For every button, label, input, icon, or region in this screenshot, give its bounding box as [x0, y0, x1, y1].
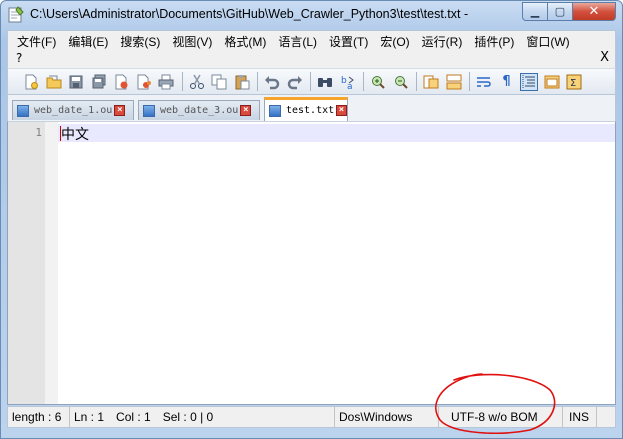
function-list-icon[interactable]: Σ [565, 73, 583, 91]
menu-row-secondary: ? X [8, 50, 615, 68]
svg-text:Σ: Σ [570, 78, 576, 89]
tab-label: test.txt [285, 105, 335, 116]
zoom-out-icon[interactable] [392, 73, 410, 91]
toolbar: ba ¶ Σ [7, 68, 616, 95]
sync-vertical-icon[interactable] [422, 73, 440, 91]
tab-test-txt[interactable]: test.txt × [264, 97, 348, 121]
toolbar-separator [469, 72, 470, 91]
window-title: C:\Users\Administrator\Documents\GitHub\… [30, 7, 469, 21]
new-file-icon[interactable] [22, 73, 40, 91]
user-define-language-icon[interactable] [543, 73, 561, 91]
sync-horizontal-icon[interactable] [445, 73, 463, 91]
status-selection: Sel : 0 | 0 [162, 410, 214, 424]
close-window-button[interactable]: ✕ [573, 2, 616, 21]
tab-web-date-1[interactable]: web_date_1.ou × [12, 100, 134, 120]
tab-close-icon[interactable]: × [240, 105, 252, 116]
cut-icon[interactable] [188, 73, 206, 91]
menu-view[interactable]: 视图(V) [166, 33, 218, 50]
open-file-icon[interactable] [45, 73, 63, 91]
close-document-button[interactable]: X [600, 50, 609, 65]
fold-margin[interactable] [45, 122, 58, 404]
close-file-icon[interactable] [112, 73, 130, 91]
text-caret [60, 126, 61, 141]
find-icon[interactable] [316, 73, 334, 91]
undo-icon[interactable] [263, 73, 281, 91]
toolbar-separator [257, 72, 258, 91]
maximize-icon: ▢ [554, 5, 566, 18]
replace-icon[interactable]: ba [339, 73, 357, 91]
document-tab-bar: web_date_1.ou × web_date_3.ou × test.txt… [7, 95, 616, 121]
tab-close-icon[interactable]: × [336, 105, 347, 116]
redo-icon[interactable] [286, 73, 304, 91]
app-icon [8, 6, 24, 23]
window-controls: ▁ ▢ ✕ [522, 2, 616, 21]
file-icon [143, 104, 155, 117]
status-length: length : 6 [8, 407, 70, 427]
menu-macro[interactable]: 宏(O) [374, 33, 415, 50]
menu-settings[interactable]: 设置(T) [323, 33, 374, 50]
tab-label: web_date_1.ou [34, 105, 113, 116]
title-bar[interactable]: C:\Users\Administrator\Documents\GitHub\… [1, 1, 622, 29]
menu-window[interactable]: 窗口(W) [520, 33, 575, 50]
tab-web-date-3[interactable]: web_date_3.ou × [138, 100, 260, 120]
close-icon: ✕ [588, 4, 600, 19]
file-icon [269, 104, 281, 117]
menu-help[interactable]: ? [16, 51, 22, 65]
toolbar-separator [181, 72, 183, 91]
menu-run[interactable]: 运行(R) [416, 33, 469, 50]
status-column: Col : 1 [116, 410, 151, 424]
save-all-icon[interactable] [90, 73, 108, 91]
file-icon [17, 104, 29, 117]
status-eol-format: Dos\Windows [335, 407, 439, 427]
menu-plugins[interactable]: 插件(P) [468, 33, 520, 50]
menu-search[interactable]: 搜索(S) [114, 33, 166, 50]
tab-label: web_date_3.ou [160, 105, 239, 116]
zoom-in-icon[interactable] [369, 73, 387, 91]
copy-icon[interactable] [210, 73, 228, 91]
menu-language[interactable]: 语言(L) [272, 33, 323, 50]
menu-format[interactable]: 格式(M) [218, 33, 272, 50]
close-all-icon[interactable] [135, 73, 153, 91]
status-insert-mode: INS [563, 407, 597, 427]
toolbar-separator [363, 72, 364, 91]
editor-text[interactable]: 中文 [61, 124, 89, 144]
current-line-highlight [58, 124, 615, 142]
status-line: Ln : 1 [74, 410, 105, 424]
status-position: Ln : 1 Col : 1 Sel : 0 | 0 [70, 407, 335, 427]
toolbar-separator [416, 72, 417, 91]
minimize-icon: ▁ [530, 5, 540, 18]
notepad-plus-plus-window: C:\Users\Administrator\Documents\GitHub\… [0, 0, 623, 439]
menu-file[interactable]: 文件(F) [11, 33, 62, 50]
line-number-gutter: 1 [8, 122, 58, 404]
status-bar: length : 6 Ln : 1 Col : 1 Sel : 0 | 0 Do… [7, 406, 616, 428]
print-icon[interactable] [157, 73, 175, 91]
save-icon[interactable] [67, 73, 85, 91]
show-all-chars-icon[interactable]: ¶ [498, 73, 516, 91]
toolbar-separator [310, 72, 311, 91]
editor-area[interactable]: 1 中文 [7, 121, 616, 405]
menu-bar: 文件(F) 编辑(E) 搜索(S) 视图(V) 格式(M) 语言(L) 设置(T… [7, 30, 616, 68]
menu-row: 文件(F) 编辑(E) 搜索(S) 视图(V) 格式(M) 语言(L) 设置(T… [8, 31, 615, 51]
tab-close-icon[interactable]: × [114, 105, 126, 116]
maximize-button[interactable]: ▢ [548, 2, 573, 21]
menu-edit[interactable]: 编辑(E) [62, 33, 114, 50]
word-wrap-icon[interactable] [475, 73, 493, 91]
status-encoding: UTF-8 w/o BOM [439, 407, 563, 427]
line-number: 1 [35, 126, 42, 139]
indent-guide-icon[interactable] [520, 72, 538, 91]
svg-text:a: a [347, 82, 353, 90]
paste-icon[interactable] [233, 73, 251, 91]
minimize-button[interactable]: ▁ [522, 2, 548, 21]
